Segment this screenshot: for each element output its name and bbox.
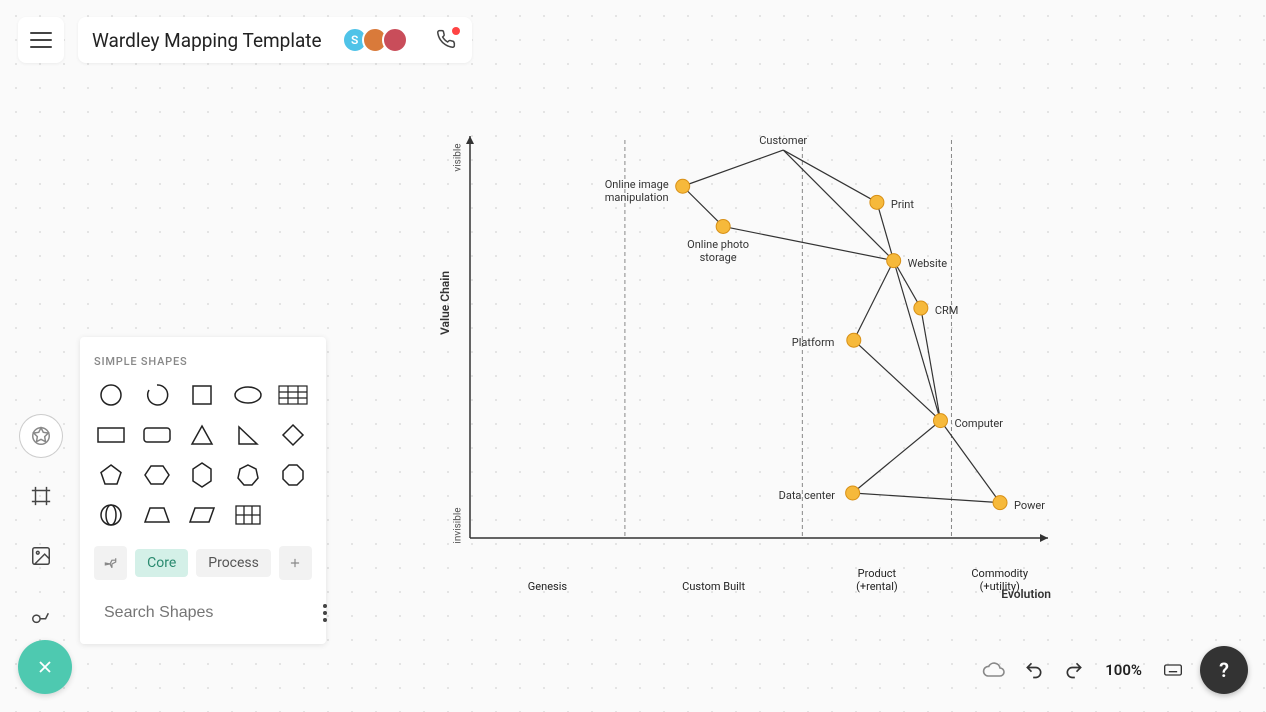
shape-rectangle[interactable] — [94, 422, 128, 448]
y-end-invisible: invisible — [453, 507, 464, 543]
document-header: Wardley Mapping Template S — [78, 17, 472, 63]
stage-label: Genesis — [507, 580, 587, 593]
redo-button[interactable] — [1061, 657, 1087, 683]
pin-icon — [103, 555, 119, 571]
bottom-right-controls: 100% ? — [981, 646, 1248, 694]
cloud-icon — [982, 658, 1006, 682]
node-label-data_center: Data center — [779, 489, 835, 502]
shape-heptagon[interactable] — [231, 462, 265, 488]
node-label-print: Print — [891, 198, 914, 211]
close-icon — [35, 657, 55, 677]
keyboard-button[interactable] — [1160, 657, 1186, 683]
shape-right-triangle[interactable] — [231, 422, 265, 448]
draw-tool[interactable] — [20, 595, 62, 637]
shape-triangle[interactable] — [185, 422, 219, 448]
y-end-visible: visible — [453, 143, 464, 171]
chart-svg — [448, 128, 1053, 573]
shape-empty — [276, 502, 310, 528]
call-button[interactable] — [436, 29, 458, 51]
shape-octagon[interactable] — [276, 462, 310, 488]
document-title[interactable]: Wardley Mapping Template — [92, 29, 322, 52]
undo-button[interactable] — [1021, 657, 1047, 683]
image-tool[interactable] — [20, 535, 62, 577]
shape-parallelogram[interactable] — [185, 502, 219, 528]
redo-icon — [1064, 660, 1084, 680]
cloud-sync-button[interactable] — [981, 657, 1007, 683]
shapes-grid — [94, 382, 312, 528]
shape-pentagon[interactable] — [94, 462, 128, 488]
keyboard-icon — [1161, 660, 1185, 680]
shape-grid[interactable] — [231, 502, 265, 528]
shapes-panel: SIMPLE SHAPES Core Process — [80, 337, 326, 644]
draw-icon — [30, 605, 52, 627]
zoom-level[interactable]: 100% — [1101, 661, 1146, 679]
stage-label: Product (+rental) — [837, 567, 917, 593]
shape-table[interactable] — [276, 382, 310, 408]
panel-heading: SIMPLE SHAPES — [94, 355, 312, 368]
notification-dot — [452, 27, 460, 35]
tab-add[interactable] — [279, 546, 312, 580]
search-more-button[interactable] — [319, 600, 331, 626]
left-toolbar — [18, 415, 64, 637]
plus-icon — [288, 556, 302, 570]
stage-label: Custom Built — [674, 580, 754, 593]
shapes-icon — [30, 425, 52, 447]
shape-cylinder-top[interactable] — [94, 502, 128, 528]
wardley-map-chart[interactable]: Value Chain Evolution visible invisible … — [448, 128, 1053, 573]
shape-rounded-rect[interactable] — [140, 422, 174, 448]
frame-tool[interactable] — [20, 475, 62, 517]
undo-icon — [1024, 660, 1044, 680]
search-input[interactable] — [104, 604, 311, 622]
avatar-3[interactable] — [382, 27, 408, 53]
shapes-tool[interactable] — [20, 415, 62, 457]
stage-label: Commodity (+utility) — [960, 567, 1040, 593]
hamburger-icon — [30, 32, 52, 48]
y-axis-title: Value Chain — [438, 271, 452, 335]
pin-tab[interactable] — [94, 546, 127, 580]
collaborator-avatars: S — [342, 27, 408, 53]
shape-hexagon-v[interactable] — [185, 462, 219, 488]
tab-core[interactable]: Core — [135, 549, 188, 577]
node-label-online_photo_storage: Online photostorage — [687, 238, 749, 264]
node-label-customer: Customer — [759, 134, 807, 147]
help-button[interactable]: ? — [1200, 646, 1248, 694]
shape-hexagon[interactable] — [140, 462, 174, 488]
main-menu-button[interactable] — [18, 17, 64, 63]
node-label-power: Power — [1014, 499, 1045, 512]
node-label-online_image_manip: Online imagemanipulation — [605, 178, 669, 204]
shape-category-tabs: Core Process — [94, 546, 312, 580]
node-label-website: Website — [908, 257, 947, 270]
image-icon — [30, 545, 52, 567]
close-panel-button[interactable] — [18, 640, 72, 694]
shape-diamond[interactable] — [276, 422, 310, 448]
frame-icon — [30, 485, 52, 507]
tab-process[interactable]: Process — [196, 549, 271, 577]
shape-square[interactable] — [185, 382, 219, 408]
shape-arc[interactable] — [140, 382, 174, 408]
node-label-platform: Platform — [792, 336, 835, 349]
shape-circle[interactable] — [94, 382, 128, 408]
node-label-crm: CRM — [935, 304, 959, 317]
shape-trapezoid[interactable] — [140, 502, 174, 528]
shape-search-row — [94, 596, 312, 630]
node-label-computer: Computer — [954, 417, 1002, 430]
shape-ellipse[interactable] — [231, 382, 265, 408]
